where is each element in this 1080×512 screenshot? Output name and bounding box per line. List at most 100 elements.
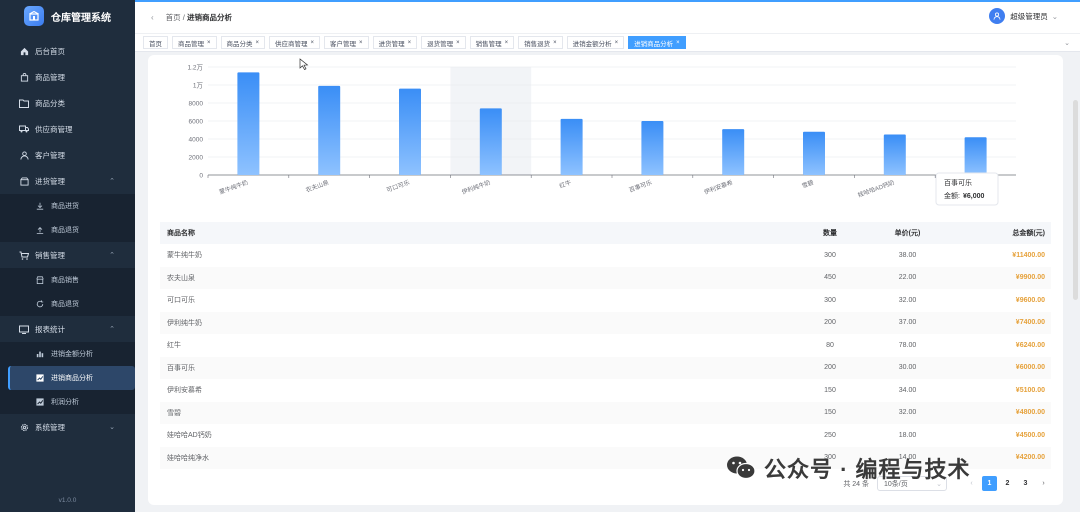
x-tick-label: 蒙牛纯牛奶 xyxy=(218,178,249,196)
sidebar-item-label: 利润分析 xyxy=(51,399,79,406)
sidebar-item-system[interactable]: 系统管理 ⌄ xyxy=(0,414,135,440)
table-row[interactable]: 农夫山泉 450 22.00 ¥9900.00 xyxy=(160,266,1051,289)
cell-qty: 80 xyxy=(826,341,834,349)
close-tab-icon[interactable]: × xyxy=(256,40,260,46)
close-tab-icon[interactable]: × xyxy=(408,40,412,46)
bar-8[interactable] xyxy=(883,134,906,176)
y-tick-label: 0 xyxy=(199,173,203,180)
tab-7[interactable]: 销售管理 × xyxy=(469,36,515,49)
col-header-name[interactable]: 商品名称 xyxy=(160,228,800,238)
tab-0[interactable]: 首页 xyxy=(143,36,168,49)
next-page-button[interactable]: › xyxy=(1036,476,1051,491)
tab-10[interactable]: 进销商品分析 × xyxy=(628,36,686,49)
page-1-button[interactable]: 1 xyxy=(982,476,997,491)
x-tick-label: 农夫山泉 xyxy=(305,178,330,194)
bar-5[interactable] xyxy=(641,121,664,175)
close-tab-icon[interactable]: × xyxy=(676,40,680,46)
sidebar-item-sales-return[interactable]: 商品退货 xyxy=(0,292,135,316)
sidebar-item-home[interactable]: 后台首页 xyxy=(0,38,135,64)
bar-0[interactable] xyxy=(237,72,260,175)
table-row[interactable]: 红牛 80 78.00 ¥6240.00 xyxy=(160,334,1051,357)
content-card: 0 2000 4000 6000 8000 1万 1.2万 蒙牛纯牛奶 农夫山泉 可口可乐 伊利纯牛… xyxy=(148,55,1063,505)
sidebar-item-label: 供应商管理 xyxy=(35,124,73,134)
more-tabs-icon[interactable]: ⌄ xyxy=(1064,39,1070,47)
sidebar-item-goods-analysis[interactable]: 进销商品分析 xyxy=(8,366,135,390)
page-3-button[interactable]: 3 xyxy=(1018,476,1033,491)
mouse-cursor-icon xyxy=(299,58,309,70)
cell-qty: 150 xyxy=(824,386,836,394)
user-name: 超级管理员 xyxy=(1010,11,1048,21)
cell-total: ¥9600.00 xyxy=(1015,296,1045,304)
close-tab-icon[interactable]: × xyxy=(615,40,619,46)
bar-9[interactable] xyxy=(964,137,987,175)
cell-qty: 300 xyxy=(824,251,836,259)
sidebar-item-purchase-in[interactable]: 商品进货 xyxy=(0,194,135,218)
tab-6[interactable]: 退货管理 × xyxy=(421,36,466,49)
report-icon xyxy=(18,325,30,334)
bar-4[interactable] xyxy=(560,118,583,175)
table-row[interactable]: 蒙牛纯牛奶 300 38.00 ¥11400.00 xyxy=(160,244,1051,267)
tab-1[interactable]: 商品管理 × xyxy=(172,36,217,49)
table-row[interactable]: 伊利纯牛奶 200 37.00 ¥7400.00 xyxy=(160,311,1051,334)
collapse-sidebar-icon[interactable]: ‹ xyxy=(151,13,154,22)
cell-qty: 200 xyxy=(824,364,836,372)
sidebar-item-purchase[interactable]: 进货管理 ⌃ xyxy=(0,168,135,194)
cell-total: ¥6240.00 xyxy=(1015,341,1045,349)
tab-label: 进货管理 xyxy=(378,40,405,48)
table-row[interactable]: 雪碧 150 32.00 ¥4800.00 xyxy=(160,401,1051,424)
close-tab-icon[interactable]: × xyxy=(456,40,460,46)
bar-7[interactable] xyxy=(803,131,825,175)
sidebar-item-profit-analysis[interactable]: 利润分析 xyxy=(0,390,135,414)
tab-5[interactable]: 进货管理 × xyxy=(372,36,418,49)
cell-name: 蒙牛纯牛奶 xyxy=(167,252,202,260)
brand[interactable]: 仓库管理系统 xyxy=(0,0,135,32)
home-icon xyxy=(18,47,30,56)
tab-9[interactable]: 进销金额分析 × xyxy=(566,36,625,49)
tab-3[interactable]: 供应商管理 × xyxy=(269,36,321,49)
tab-label: 商品分类 xyxy=(226,40,253,48)
tab-2[interactable]: 商品分类 × xyxy=(220,36,266,49)
breadcrumb-home[interactable]: 首页 xyxy=(166,13,181,22)
close-tab-icon[interactable]: × xyxy=(207,40,211,46)
user-menu[interactable]: 超级管理员 ⌄ xyxy=(989,8,1058,24)
close-tab-icon[interactable]: × xyxy=(359,40,363,46)
cell-name: 娃哈哈纯净水 xyxy=(167,454,209,462)
tab-4[interactable]: 客户管理 × xyxy=(324,36,369,49)
sidebar-item-customers[interactable]: 客户管理 xyxy=(0,142,135,168)
bar-6[interactable] xyxy=(722,129,745,175)
bar-1[interactable] xyxy=(318,85,341,175)
bar-3[interactable] xyxy=(479,108,502,175)
tab-label: 进销金额分析 xyxy=(572,40,612,48)
table-row[interactable]: 百事可乐 200 30.00 ¥6000.00 xyxy=(160,356,1051,379)
y-tick-label: 1万 xyxy=(193,82,204,90)
page-2-button[interactable]: 2 xyxy=(1000,476,1015,491)
sidebar-item-purchase-return[interactable]: 商品退货 xyxy=(0,218,135,242)
bar-2[interactable] xyxy=(399,88,421,175)
trend-icon xyxy=(34,374,46,382)
tab-label: 首页 xyxy=(149,40,162,48)
sidebar-item-sales-out[interactable]: 商品销售 xyxy=(0,268,135,292)
col-header-qty[interactable]: 数量 xyxy=(800,228,860,238)
sidebar-item-label: 销售管理 xyxy=(35,250,65,260)
sidebar-item-label: 客户管理 xyxy=(35,150,65,160)
tab-label: 销售管理 xyxy=(475,40,502,48)
sidebar-item-reports[interactable]: 报表统计 ⌃ xyxy=(0,316,135,342)
tab-8[interactable]: 销售退货 × xyxy=(518,36,563,49)
sidebar-item-products[interactable]: 商品管理 xyxy=(0,64,135,90)
close-tab-icon[interactable]: × xyxy=(553,40,557,46)
sidebar-item-amount-analysis[interactable]: 进销金额分析 xyxy=(0,342,135,366)
close-tab-icon[interactable]: × xyxy=(311,40,315,46)
col-header-total[interactable]: 总金额(元) xyxy=(955,228,1051,238)
sidebar-item-suppliers[interactable]: 供应商管理 xyxy=(0,116,135,142)
sidebar-item-label: 商品销售 xyxy=(51,277,79,284)
sidebar-item-sales[interactable]: 销售管理 ⌃ xyxy=(0,242,135,268)
table-row[interactable]: 娃哈哈AD钙奶 250 18.00 ¥4500.00 xyxy=(160,424,1051,447)
sidebar-item-categories[interactable]: 商品分类 xyxy=(0,90,135,116)
table-row[interactable]: 可口可乐 300 32.00 ¥9600.00 xyxy=(160,289,1051,312)
close-tab-icon[interactable]: × xyxy=(505,40,509,46)
avatar[interactable] xyxy=(989,8,1006,24)
upload-icon xyxy=(34,226,46,234)
col-header-price[interactable]: 单价(元) xyxy=(860,228,955,238)
scrollbar[interactable] xyxy=(1073,100,1078,300)
table-row[interactable]: 伊利安慕希 150 34.00 ¥5100.00 xyxy=(160,379,1051,402)
